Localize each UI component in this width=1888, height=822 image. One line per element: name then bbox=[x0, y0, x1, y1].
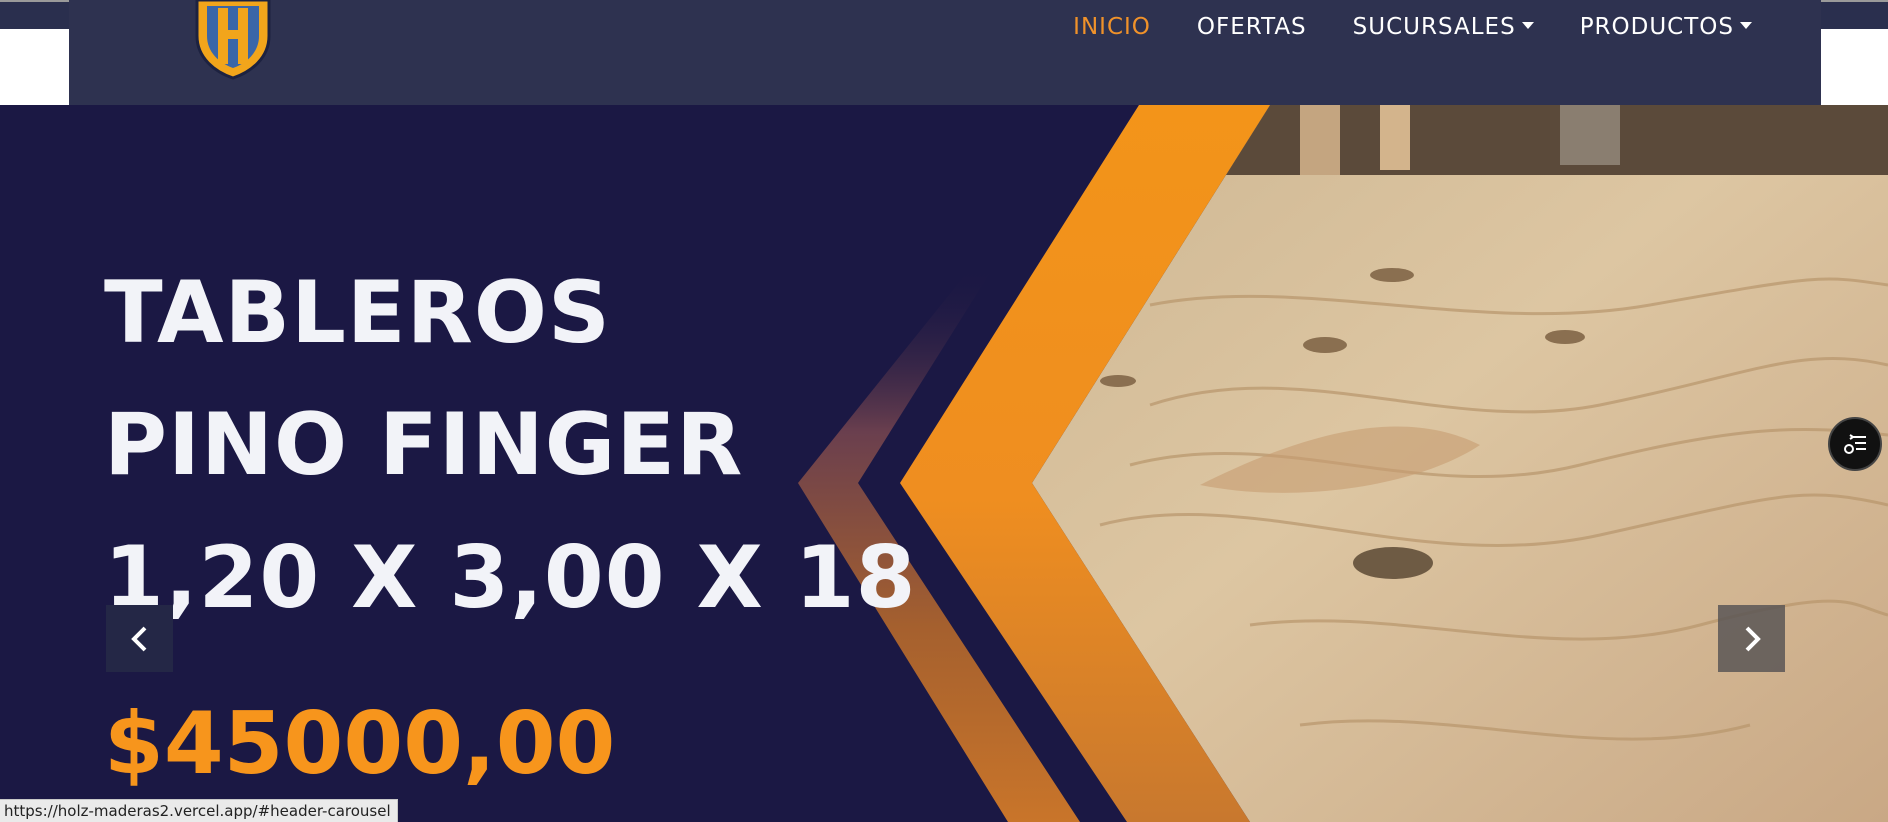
hero-title-line-2: PINO FINGER bbox=[104, 395, 744, 495]
chevron-left-icon bbox=[130, 626, 146, 651]
caret-down-icon bbox=[1521, 21, 1534, 29]
carousel-next-button[interactable] bbox=[1718, 605, 1785, 672]
main-nav: INICIO OFERTAS SUCURSALES PRODUCTOS bbox=[1073, 14, 1752, 40]
shield-logo-icon bbox=[195, 0, 271, 80]
nav-sucursales-label: SUCURSALES bbox=[1352, 14, 1516, 40]
reader-mode-button[interactable] bbox=[1828, 417, 1882, 471]
nav-sucursales-dropdown[interactable]: SUCURSALES bbox=[1353, 14, 1534, 40]
caret-down-icon bbox=[1740, 21, 1752, 29]
site-navbar: INICIO OFERTAS SUCURSALES PRODUCTOS bbox=[69, 0, 1821, 105]
nav-productos-label: PRODUCTOS bbox=[1579, 14, 1734, 40]
nav-productos-dropdown[interactable]: PRODUCTOS bbox=[1580, 14, 1752, 40]
chevron-right-icon bbox=[1745, 626, 1761, 651]
status-bar-url: https://holz-maderas2.vercel.app/#header… bbox=[0, 799, 398, 822]
hero-title-line-3: 1,20 X 3,00 X 18 bbox=[104, 528, 917, 628]
header-carousel: TABLEROS PINO FINGER 1,20 X 3,00 X 18 $4… bbox=[0, 105, 1888, 822]
hero-title-line-1: TABLEROS bbox=[104, 263, 611, 363]
brand-logo[interactable] bbox=[191, 0, 275, 80]
nav-ofertas[interactable]: OFERTAS bbox=[1197, 14, 1307, 40]
nav-inicio[interactable]: INICIO bbox=[1073, 14, 1151, 40]
hero-price: $45000,00 bbox=[104, 694, 616, 794]
nav-ofertas-label: OFERTAS bbox=[1196, 14, 1307, 40]
nav-inicio-label: INICIO bbox=[1073, 14, 1151, 40]
carousel-prev-button[interactable] bbox=[106, 605, 173, 672]
list-settings-icon bbox=[1844, 434, 1866, 454]
